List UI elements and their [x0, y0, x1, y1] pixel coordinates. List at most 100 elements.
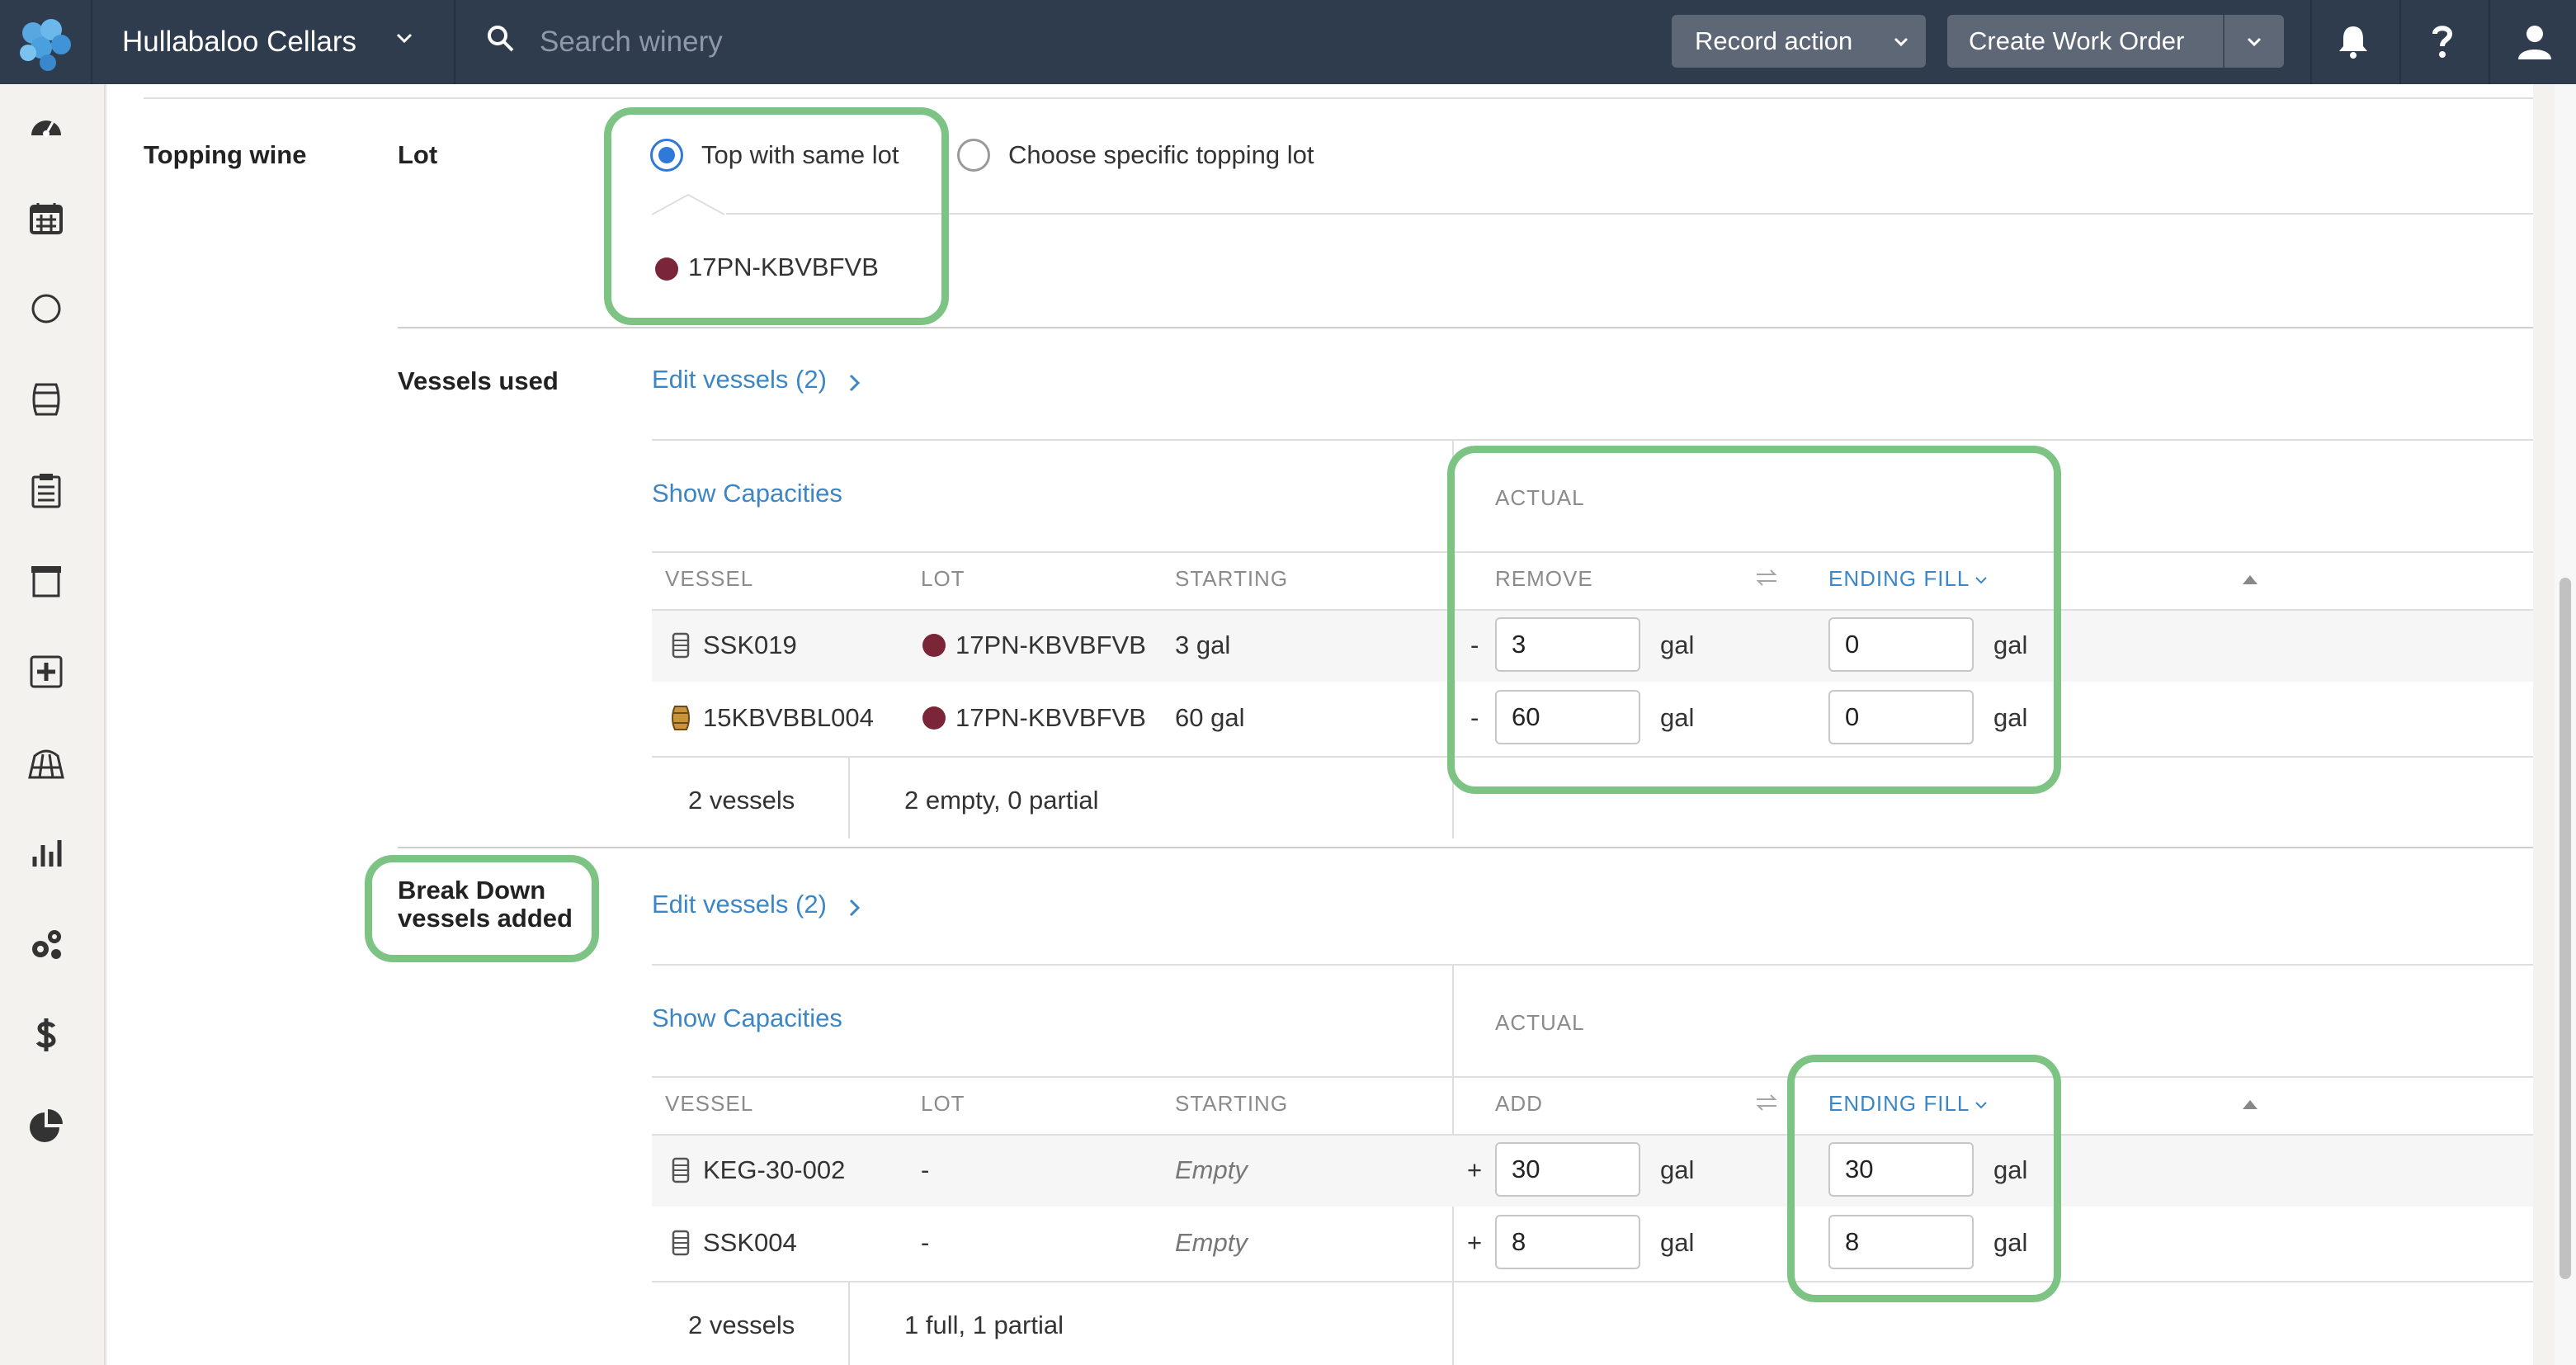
- scrollbar-thumb[interactable]: [2559, 578, 2571, 1279]
- sign: +: [1467, 1228, 1483, 1257]
- chevron-down-icon[interactable]: [2244, 31, 2264, 51]
- lot-label: Lot: [398, 140, 438, 169]
- tank-icon: [672, 1157, 690, 1183]
- lot-name[interactable]: 17PN-KBVBFVB: [955, 631, 1146, 660]
- tank-icon: [672, 1230, 690, 1256]
- swap-icon[interactable]: [1754, 1093, 1779, 1112]
- divider: [652, 439, 2533, 441]
- divider: [848, 1282, 850, 1365]
- show-capacities-link[interactable]: Show Capacities: [652, 1004, 842, 1033]
- fill-summary: 1 full, 1 partial: [904, 1311, 1064, 1339]
- main-content: Topping wine Lot Top with same lot Choos…: [107, 84, 2533, 1365]
- org-name[interactable]: Hullabaloo Cellars: [122, 20, 356, 64]
- highlight-box: [604, 107, 949, 325]
- lot-color-dot: [922, 706, 946, 730]
- vintrace-logo-icon[interactable]: [13, 12, 76, 74]
- lot-name[interactable]: 17PN-KBVBFVB: [955, 703, 1146, 733]
- highlight-box: [1447, 446, 2061, 794]
- lot-name: -: [921, 1155, 930, 1184]
- vessel-name[interactable]: 15KBVBBL004: [703, 703, 874, 733]
- calendar-icon[interactable]: [28, 200, 64, 236]
- divider: [91, 0, 92, 84]
- divider: [652, 1281, 2533, 1282]
- divider: [2489, 0, 2490, 84]
- vessels-used-label: Vessels used: [398, 366, 559, 395]
- add-input[interactable]: 30: [1495, 1142, 1640, 1197]
- choose-specific-lot-label[interactable]: Choose specific topping lot: [1008, 140, 1314, 170]
- bar-chart-icon[interactable]: [28, 835, 64, 871]
- starting-volume: 3 gal: [1175, 631, 1231, 659]
- divider: [2399, 0, 2401, 84]
- archive-icon[interactable]: [28, 563, 64, 599]
- dollar-icon[interactable]: [28, 1017, 64, 1053]
- top-navigation-bar: Hullabaloo Cellars Search winery Record …: [0, 0, 2576, 84]
- topping-wine-label: Topping wine: [144, 140, 307, 169]
- collapse-arrow-icon[interactable]: [2241, 1098, 2259, 1111]
- vessel-count: 2 vessels: [688, 786, 795, 815]
- settings-icon[interactable]: [28, 926, 64, 962]
- edit-vessels-link[interactable]: Edit vessels (2): [652, 890, 827, 919]
- unit-label: gal: [1660, 1228, 1695, 1257]
- search-icon: [488, 26, 514, 52]
- divider: [2310, 0, 2312, 84]
- col-add: ADD: [1495, 1091, 1543, 1116]
- create-work-order-label: Create Work Order: [1969, 26, 2185, 55]
- col-starting: STARTING: [1175, 566, 1289, 591]
- divider: [848, 758, 850, 838]
- barrel-icon[interactable]: [28, 381, 64, 418]
- unit-label: gal: [1660, 1155, 1695, 1184]
- col-vessel: VESSEL: [665, 1091, 754, 1116]
- highlight-box: [365, 855, 599, 962]
- divider: [652, 1076, 2533, 1078]
- circle-icon[interactable]: [28, 290, 64, 327]
- bell-icon[interactable]: [2333, 21, 2373, 61]
- record-action-button[interactable]: Record action: [1672, 15, 1926, 68]
- sidebar: [0, 84, 106, 1365]
- col-starting: STARTING: [1175, 1091, 1289, 1116]
- show-capacities-link[interactable]: Show Capacities: [652, 479, 842, 508]
- search-input[interactable]: Search winery: [540, 20, 723, 64]
- vessel-count: 2 vessels: [688, 1311, 795, 1339]
- add-input[interactable]: 8: [1495, 1215, 1640, 1269]
- create-work-order-button[interactable]: Create Work Order: [1947, 15, 2284, 68]
- tank-icon: [672, 632, 690, 659]
- fill-summary: 2 empty, 0 partial: [904, 786, 1099, 815]
- choose-specific-lot-radio[interactable]: [957, 139, 990, 172]
- vineyard-icon[interactable]: [28, 744, 64, 781]
- chevron-down-icon: [1894, 37, 1908, 47]
- vessel-name[interactable]: SSK019: [703, 631, 797, 660]
- user-icon[interactable]: [2515, 21, 2555, 61]
- add-box-icon[interactable]: [28, 654, 64, 690]
- divider: [2223, 15, 2225, 68]
- col-lot: LOT: [921, 566, 965, 591]
- record-action-label: Record action: [1695, 26, 1853, 55]
- divider: [726, 213, 2533, 215]
- clipboard-icon[interactable]: [28, 472, 64, 508]
- chevron-down-icon[interactable]: [393, 26, 416, 50]
- edit-vessels-link[interactable]: Edit vessels (2): [652, 365, 827, 394]
- highlight-box: [1787, 1055, 2061, 1302]
- help-icon[interactable]: [2423, 21, 2462, 61]
- chevron-right-icon[interactable]: [847, 371, 863, 394]
- lot-name: -: [921, 1228, 930, 1257]
- starting-volume: 60 gal: [1175, 703, 1245, 732]
- divider: [398, 847, 2533, 848]
- barrel-icon: [672, 706, 690, 730]
- divider: [652, 964, 2533, 966]
- sign: +: [1467, 1155, 1483, 1184]
- divider: [398, 327, 2533, 328]
- pie-chart-icon[interactable]: [28, 1108, 64, 1144]
- starting-volume: Empty: [1175, 1155, 1248, 1184]
- actual-header: ACTUAL: [1495, 1010, 1585, 1035]
- chevron-right-icon[interactable]: [847, 896, 863, 919]
- col-lot: LOT: [921, 1091, 965, 1116]
- divider: [144, 97, 2533, 99]
- col-vessel: VESSEL: [665, 566, 754, 591]
- dashboard-icon[interactable]: [28, 109, 64, 145]
- divider: [454, 0, 455, 84]
- vessel-name[interactable]: SSK004: [703, 1228, 797, 1258]
- collapse-arrow-icon[interactable]: [2241, 573, 2259, 586]
- lot-color-dot: [922, 634, 946, 657]
- vessel-name[interactable]: KEG-30-002: [703, 1155, 845, 1185]
- starting-volume: Empty: [1175, 1228, 1248, 1257]
